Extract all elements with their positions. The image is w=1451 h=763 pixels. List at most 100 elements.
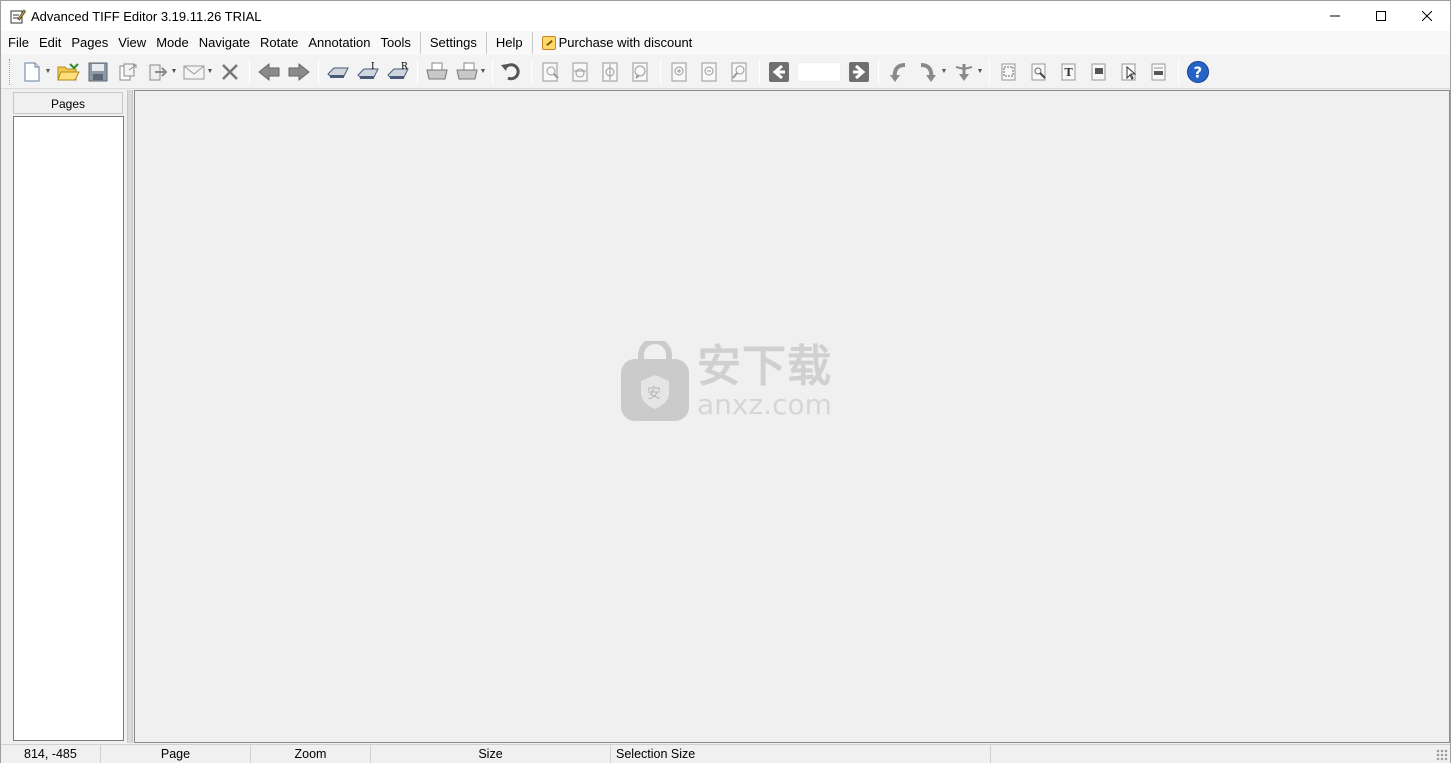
toolbar-separator [531,58,532,85]
menu-rotate[interactable]: Rotate [255,32,303,54]
image-workspace[interactable]: 安 安下载 anxz.com [134,90,1450,743]
svg-text:T: T [1065,66,1074,79]
watermark-cn-text: 安下载 [697,341,832,392]
menu-separator [531,32,533,54]
scan-insert-button[interactable]: I [354,58,382,86]
save-all-button[interactable] [114,58,142,86]
select-button[interactable] [995,58,1023,86]
magnify-button[interactable] [1025,58,1053,86]
flip-icon [955,63,973,81]
window-title: Advanced TIFF Editor 3.19.11.26 TRIAL [31,8,262,24]
svg-text:I: I [371,62,375,72]
maximize-icon [1376,11,1386,21]
status-page: Page [101,744,251,763]
toolbar-separator [1178,58,1179,85]
zoom-actual-icon [632,62,648,81]
export-icon [149,64,168,80]
help-button[interactable]: ? [1184,58,1212,86]
toolbar-separator [249,58,250,85]
page-number-input[interactable] [797,61,841,82]
status-zoom: Zoom [251,744,371,763]
pages-panel-header[interactable]: Pages [13,92,123,114]
purchase-label: Purchase with discount [558,35,693,50]
print-options-button[interactable] [453,58,481,86]
scan-replace-button[interactable]: R [384,58,412,86]
toolbar-grip[interactable] [9,58,12,85]
menu-separator [419,32,421,54]
next-page-button[interactable] [285,58,313,86]
rotate-right-icon [920,62,936,82]
menu-pages[interactable]: Pages [66,32,113,54]
zoom-out-icon [701,62,717,81]
text-tool-button[interactable]: T [1055,58,1083,86]
pages-thumbnail-list[interactable] [13,116,124,741]
menu-annotation[interactable]: Annotation [303,32,375,54]
minimize-icon [1330,15,1340,17]
scan-button[interactable] [324,58,352,86]
panel-splitter[interactable] [127,90,133,743]
zoom-in-button[interactable] [666,58,694,86]
menu-navigate[interactable]: Navigate [194,32,255,54]
menu-bar: File Edit Pages View Mode Navigate Rotat… [1,31,1450,55]
svg-text:安: 安 [647,386,661,402]
menu-file[interactable]: File [3,32,34,54]
rotate-right-button[interactable] [914,58,942,86]
svg-text:R: R [401,62,408,72]
pointer-icon [1121,63,1137,80]
menu-tools[interactable]: Tools [376,32,416,54]
menu-purchase[interactable]: Purchase with discount [537,32,698,54]
menu-mode[interactable]: Mode [151,32,194,54]
toolbar-separator [989,58,990,85]
maximize-button[interactable] [1358,1,1404,31]
go-back-button[interactable] [765,58,793,86]
text-tool-icon: T [1061,63,1076,80]
print-options-icon [456,62,478,79]
flip-button[interactable] [950,58,978,86]
menu-edit[interactable]: Edit [34,32,66,54]
toolbar-separator [318,58,319,85]
status-selection-size: Selection Size [611,744,991,763]
purchase-tag-icon [541,36,556,50]
close-document-button[interactable] [216,58,244,86]
undo-icon [501,62,520,80]
email-button[interactable] [180,58,208,86]
previous-page-button[interactable] [255,58,283,86]
menu-settings[interactable]: Settings [425,32,482,54]
zoom-width-icon [572,62,588,81]
menu-help[interactable]: Help [491,32,528,54]
zoom-actual-button[interactable] [627,58,655,86]
go-forward-button[interactable] [845,58,873,86]
app-window: Advanced TIFF Editor 3.19.11.26 TRIAL Fi… [0,0,1451,763]
zoom-height-icon [602,62,618,81]
watermark-en-text: anxz.com [697,388,832,421]
close-button[interactable] [1404,1,1450,31]
title-bar: Advanced TIFF Editor 3.19.11.26 TRIAL [1,1,1450,31]
status-coordinates: 814, -485 [1,744,101,763]
export-button[interactable] [144,58,172,86]
zoom-fit-button[interactable] [537,58,565,86]
save-button[interactable] [84,58,112,86]
stamp-icon [1091,63,1106,80]
help-icon: ? [1187,60,1209,83]
zoom-width-button[interactable] [567,58,595,86]
zoom-height-button[interactable] [597,58,625,86]
zoom-out-button[interactable] [696,58,724,86]
open-folder-icon [57,62,80,80]
save-icon [88,62,108,81]
open-button[interactable] [54,58,82,86]
status-bar: 814, -485 Page Zoom Size Selection Size [1,744,1450,763]
status-size: Size [371,744,611,763]
properties-button[interactable] [1145,58,1173,86]
rotate-left-button[interactable] [884,58,912,86]
shopping-bag-logo-icon: 安 [621,341,689,421]
stamp-button[interactable] [1085,58,1113,86]
menu-view[interactable]: View [113,32,151,54]
undo-button[interactable] [498,58,526,86]
go-forward-icon [849,61,869,82]
minimize-button[interactable] [1312,1,1358,31]
zoom-custom-button[interactable] [726,58,754,86]
print-button[interactable] [423,58,451,86]
pointer-button[interactable] [1115,58,1143,86]
resize-grip[interactable] [1436,749,1448,761]
new-button[interactable] [18,58,46,86]
